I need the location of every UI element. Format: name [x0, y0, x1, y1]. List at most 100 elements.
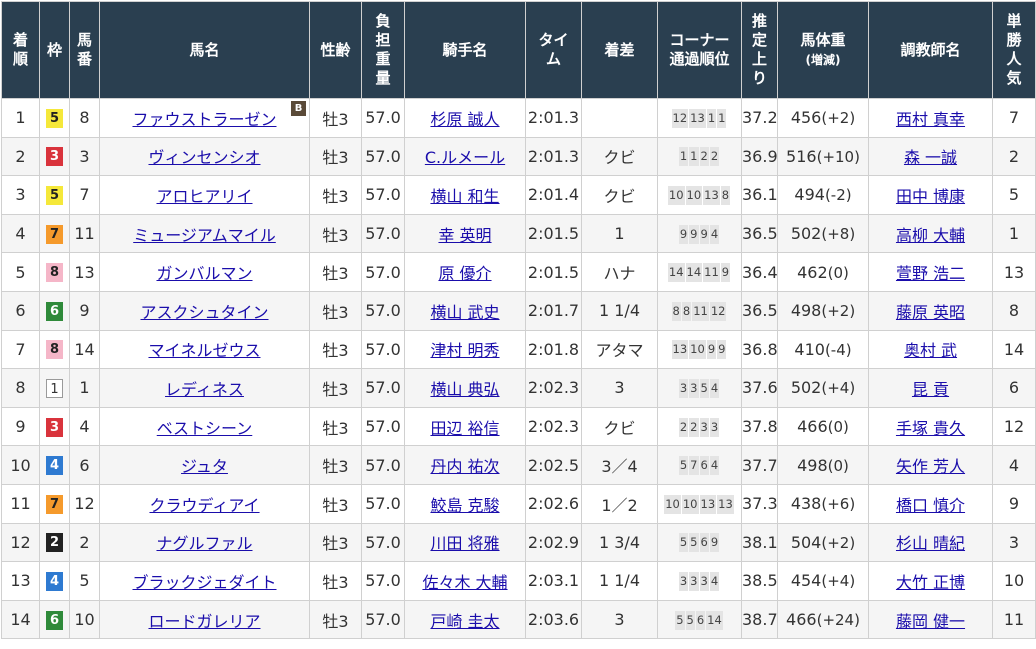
- horse-name-link[interactable]: ベストシーン: [157, 419, 253, 438]
- sex-age-cell: 牡3: [309, 368, 362, 408]
- jockey-link[interactable]: C.ルメール: [425, 148, 505, 167]
- popularity-cell: 13: [992, 252, 1036, 292]
- corner-position-cell: 14 14 11 9: [657, 252, 742, 292]
- trainer-link[interactable]: 萱野 浩二: [896, 264, 965, 283]
- corner-position-cell: 3354: [657, 368, 742, 408]
- jockey-link[interactable]: 原 優介: [438, 264, 491, 283]
- margin-cell: ハナ: [581, 252, 658, 292]
- sex-age-cell: 牡3: [309, 98, 362, 138]
- trainer-link[interactable]: 森 一誠: [904, 148, 957, 167]
- horse-name-link[interactable]: ブラックジェダイト: [132, 573, 276, 592]
- corner-position: 4: [709, 571, 720, 591]
- trainer-link[interactable]: 手塚 貴久: [896, 419, 965, 438]
- corner-position: 10: [664, 494, 681, 514]
- horse-name-link[interactable]: ロードガレリア: [148, 612, 260, 631]
- header-last3f-line: 定: [751, 31, 767, 49]
- corner-position: 1: [717, 108, 727, 128]
- horse-name-link[interactable]: レディネス: [165, 380, 244, 399]
- corner-position: 13: [671, 340, 689, 360]
- horse-name-link[interactable]: ガンバルマン: [156, 264, 252, 283]
- horse-name-link[interactable]: クラウディアイ: [149, 496, 259, 515]
- body-weight-cell: 502(+4): [777, 368, 869, 408]
- weight-carried-cell: 57.0: [361, 98, 405, 138]
- horse-name-link[interactable]: マイネルゼウス: [148, 341, 260, 360]
- horse-name-cell: レディネス: [99, 368, 310, 408]
- corner-position-cell: 10 10 13 13: [657, 483, 742, 524]
- trainer-link[interactable]: 田中 博康: [896, 187, 965, 206]
- horse-name-link[interactable]: ミュージアムマイル: [133, 226, 276, 245]
- trainer-link[interactable]: 昆 貢: [912, 380, 949, 399]
- header-rank-line: 着: [12, 31, 28, 49]
- corner-position: 2: [689, 417, 699, 437]
- jockey-link[interactable]: 鮫島 克駿: [430, 496, 499, 515]
- last-3f-cell: 37.6: [741, 368, 778, 408]
- corner-position: 10: [667, 185, 685, 205]
- jockey-link[interactable]: 戸崎 圭太: [430, 612, 499, 631]
- jockey-link[interactable]: 佐々木 大輔: [422, 573, 507, 592]
- margin-cell: 1 3/4: [581, 522, 658, 563]
- rank-cell: 14: [1, 599, 40, 640]
- horse-name-link[interactable]: ナグルファル: [156, 534, 252, 553]
- popularity-cell: 11: [992, 599, 1036, 640]
- trainer-link[interactable]: 藤岡 健一: [896, 612, 965, 631]
- horse-name-link[interactable]: ジュタ: [181, 457, 228, 476]
- jockey-link[interactable]: 杉原 誠人: [430, 110, 499, 129]
- header-waku: 枠: [39, 1, 70, 99]
- trainer-link[interactable]: 西村 真幸: [896, 110, 965, 129]
- horse-name-cell: ミュージアムマイル: [99, 213, 310, 254]
- trainer-cell: 手塚 貴久: [868, 406, 993, 447]
- horse-name-link[interactable]: ヴィンセンシオ: [148, 148, 260, 167]
- body-weight-diff: (-2): [824, 186, 852, 205]
- jockey-link[interactable]: 横山 武史: [430, 303, 499, 322]
- jockey-link[interactable]: 川田 将雅: [430, 534, 499, 553]
- trainer-link[interactable]: 高柳 大輔: [896, 226, 965, 245]
- header-last3f-line: 上: [751, 50, 767, 68]
- header-horse-line: 馬名: [189, 40, 220, 59]
- trainer-link[interactable]: 杉山 晴紀: [896, 534, 965, 553]
- header-margin: 着差: [581, 1, 658, 99]
- body-weight-diff: (+24): [816, 611, 860, 630]
- trainer-link[interactable]: 矢作 芳人: [896, 457, 965, 476]
- horse-name-cell: マイネルゼウス: [99, 329, 310, 370]
- waku-badge: 8: [46, 263, 63, 283]
- header-umaban-line: 馬: [76, 31, 92, 49]
- jockey-link[interactable]: 横山 和生: [430, 187, 499, 206]
- waku-badge: 7: [46, 494, 63, 514]
- horse-name-link[interactable]: アロヒアリイ: [156, 187, 252, 206]
- jockey-link[interactable]: 田辺 裕信: [430, 419, 499, 438]
- waku-cell: 8: [39, 329, 70, 370]
- jockey-link[interactable]: 幸 英明: [438, 226, 491, 245]
- header-horse: 馬名: [99, 1, 310, 99]
- body-weight-value: 466: [786, 610, 817, 630]
- rank-cell: 5: [1, 252, 40, 292]
- trainer-link[interactable]: 奥村 武: [904, 341, 957, 360]
- time-cell: 2:03.1: [525, 561, 582, 601]
- umaban-cell: 6: [69, 445, 100, 485]
- trainer-link[interactable]: 橋口 慎介: [896, 496, 965, 515]
- corner-position-cell: 1122: [657, 136, 742, 177]
- jockey-link[interactable]: 丹内 祐次: [430, 457, 499, 476]
- waku-badge: 5: [46, 108, 63, 128]
- time-cell: 2:01.8: [525, 329, 582, 370]
- body-weight-value: 466: [797, 417, 828, 437]
- umaban-cell: 5: [69, 561, 100, 601]
- trainer-link[interactable]: 大竹 正博: [896, 573, 965, 592]
- corner-position: 4: [709, 378, 720, 398]
- horse-name-link[interactable]: アスクシュタイン: [140, 303, 268, 322]
- corner-position-cell: 2233: [657, 406, 742, 447]
- weight-carried-cell: 57.0: [361, 252, 405, 292]
- waku-cell: 5: [39, 175, 70, 215]
- header-time: タイム: [525, 1, 582, 99]
- margin-cell: 1／2: [581, 483, 658, 524]
- horse-name-link[interactable]: ファウストラーゼン: [132, 110, 276, 129]
- jockey-link[interactable]: 津村 明秀: [430, 341, 499, 360]
- waku-badge: 1: [46, 378, 63, 398]
- corner-position-cell: 9994: [657, 213, 742, 254]
- corner-position: 13: [717, 494, 734, 514]
- corner-position: 12: [671, 108, 689, 128]
- body-weight-diff: (0): [827, 418, 849, 437]
- trainer-cell: 森 一誠: [868, 136, 993, 177]
- corner-position: 3: [709, 417, 720, 437]
- jockey-link[interactable]: 横山 典弘: [430, 380, 499, 399]
- trainer-link[interactable]: 藤原 英昭: [896, 303, 965, 322]
